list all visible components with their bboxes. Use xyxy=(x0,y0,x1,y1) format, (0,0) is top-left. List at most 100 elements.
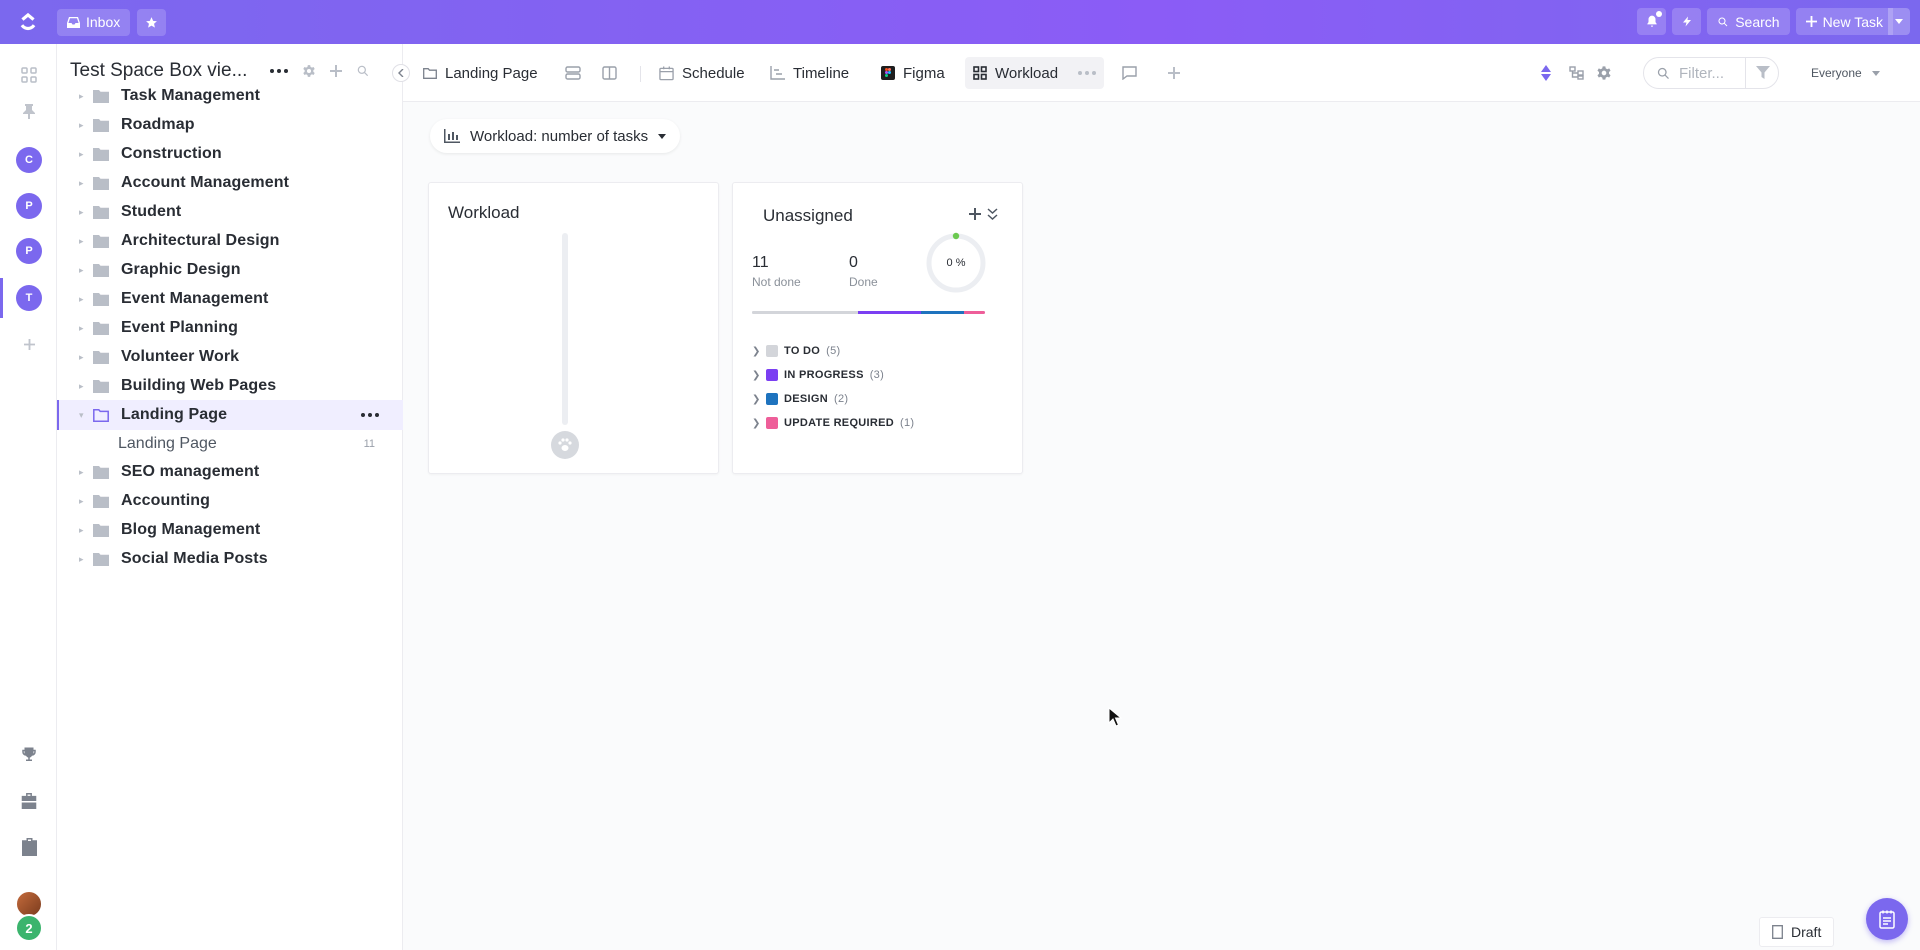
status-group-in-progress[interactable]: ❯ IN PROGRESS (3) xyxy=(752,365,884,385)
folder-label: Graphic Design xyxy=(121,261,241,278)
folder-icon xyxy=(93,263,111,277)
caret-right-icon[interactable]: ▸ xyxy=(79,120,87,131)
collapse-sidebar-button[interactable] xyxy=(392,64,410,82)
notepad-fab-button[interactable] xyxy=(1866,898,1908,940)
space-avatar-p1[interactable]: P xyxy=(16,193,42,219)
space-avatar-p2[interactable]: P xyxy=(16,238,42,264)
folder-item[interactable]: ▸ Event Planning xyxy=(57,313,403,343)
pin-icon[interactable] xyxy=(18,100,40,122)
space-avatar-t[interactable]: T xyxy=(16,285,42,311)
list-view-toggle-icon[interactable] xyxy=(565,44,581,102)
notifications-button[interactable] xyxy=(1637,8,1667,35)
caret-right-icon[interactable]: ▸ xyxy=(79,178,87,189)
breadcrumb[interactable]: Landing Page xyxy=(423,44,538,102)
settings-gear-icon[interactable] xyxy=(1596,44,1612,102)
clipboard-icon[interactable] xyxy=(18,836,40,858)
caret-right-icon[interactable]: ▸ xyxy=(79,207,87,218)
folder-item[interactable]: ▸ Construction xyxy=(57,139,403,169)
space-title[interactable]: Test Space Box vie... xyxy=(70,60,247,82)
trophy-icon[interactable] xyxy=(18,744,40,766)
add-space-icon[interactable] xyxy=(18,333,40,355)
folder-item[interactable]: ▾ Landing Page xyxy=(57,400,403,430)
chevron-down-icon xyxy=(1871,70,1880,76)
search-icon xyxy=(1718,17,1728,26)
add-view-icon[interactable] xyxy=(1168,44,1180,102)
done-label: Done xyxy=(849,275,878,289)
search-icon xyxy=(1657,67,1669,79)
folder-item[interactable]: ▸ Blog Management xyxy=(57,515,403,545)
draft-button[interactable]: Draft xyxy=(1759,917,1835,947)
caret-right-icon[interactable]: ▸ xyxy=(79,467,87,478)
folder-item[interactable]: ▸ Student xyxy=(57,197,403,227)
folder-item[interactable]: ▸ Graphic Design xyxy=(57,255,403,285)
more-dots-icon[interactable] xyxy=(1078,71,1097,75)
status-group-design[interactable]: ❯ DESIGN (2) xyxy=(752,389,848,409)
space-avatar-c[interactable]: C xyxy=(16,147,42,173)
folder-label: SEO management xyxy=(121,463,260,480)
add-task-icon[interactable] xyxy=(969,208,981,220)
status-group-todo[interactable]: ❯ TO DO (5) xyxy=(752,341,841,361)
clickup-logo-icon[interactable] xyxy=(0,0,56,44)
assignee-filter-dropdown[interactable]: Everyone xyxy=(1811,44,1880,102)
draft-label: Draft xyxy=(1791,924,1822,940)
caret-right-icon[interactable]: ▸ xyxy=(79,525,87,536)
new-task-button[interactable]: New Task xyxy=(1795,8,1893,35)
collapse-all-icon[interactable] xyxy=(987,208,998,220)
folder-label: Volunteer Work xyxy=(121,348,240,365)
folder-item[interactable]: ▸ Roadmap xyxy=(57,110,403,140)
apps-grid-icon[interactable] xyxy=(18,64,40,86)
search-button[interactable]: Search xyxy=(1707,8,1790,35)
plus-icon[interactable] xyxy=(330,65,342,77)
folder-icon xyxy=(93,350,111,364)
folder-item[interactable]: ▸ Architectural Design xyxy=(57,226,403,256)
caret-right-icon[interactable]: ▸ xyxy=(79,236,87,247)
folder-item[interactable]: ▸ Account Management xyxy=(57,168,403,198)
more-dots-icon[interactable] xyxy=(270,69,288,73)
folder-item[interactable]: ▸ Task Management xyxy=(57,81,403,111)
status-color-swatch xyxy=(766,345,778,357)
automations-button[interactable] xyxy=(1672,8,1702,35)
tab-workload[interactable]: Workload xyxy=(965,57,1105,89)
not-done-count: 11 xyxy=(752,254,769,271)
caret-right-icon[interactable]: ▸ xyxy=(79,265,87,276)
folder-icon xyxy=(93,321,111,335)
workload-metric-dropdown[interactable]: Workload: number of tasks xyxy=(430,119,681,153)
filter-button[interactable] xyxy=(1745,57,1779,89)
status-group-update-required[interactable]: ❯ UPDATE REQUIRED (1) xyxy=(752,413,914,433)
folder-item[interactable]: ▸ Accounting xyxy=(57,486,403,516)
list-item-landing-page[interactable]: Landing Page 11 xyxy=(57,430,403,458)
caret-right-icon[interactable]: ▸ xyxy=(79,352,87,363)
folder-item[interactable]: ▸ SEO management xyxy=(57,457,403,487)
more-dots-icon[interactable] xyxy=(361,413,379,417)
sort-icon[interactable] xyxy=(1541,44,1551,102)
briefcase-icon[interactable] xyxy=(18,790,40,812)
comment-icon[interactable] xyxy=(1122,44,1137,102)
inbox-button[interactable]: Inbox xyxy=(57,8,131,36)
caret-right-icon[interactable]: ▸ xyxy=(79,554,87,565)
folder-label: Student xyxy=(121,203,182,220)
folder-item[interactable]: ▸ Social Media Posts xyxy=(57,544,403,574)
caret-right-icon[interactable]: ▸ xyxy=(79,149,87,160)
caret-right-icon[interactable]: ▸ xyxy=(79,381,87,392)
tab-figma[interactable]: Figma xyxy=(881,44,945,102)
caret-right-icon[interactable]: ▸ xyxy=(79,496,87,507)
gear-icon[interactable] xyxy=(302,64,316,78)
folder-label: Event Management xyxy=(121,290,269,307)
caret-down-icon[interactable]: ▾ xyxy=(79,410,87,421)
folder-item[interactable]: ▸ Building Web Pages xyxy=(57,371,403,401)
folder-label: Accounting xyxy=(121,492,210,509)
board-view-toggle-icon[interactable] xyxy=(602,44,617,102)
caret-right-icon[interactable]: ▸ xyxy=(79,294,87,305)
hierarchy-icon[interactable] xyxy=(1569,44,1584,102)
folder-label: Social Media Posts xyxy=(121,550,268,567)
tab-timeline[interactable]: Timeline xyxy=(770,44,849,102)
notification-count-badge[interactable]: 2 xyxy=(15,914,43,942)
folder-item[interactable]: ▸ Event Management xyxy=(57,284,403,314)
search-icon[interactable] xyxy=(356,64,370,78)
favorites-button[interactable] xyxy=(137,8,167,36)
new-task-dropdown-button[interactable] xyxy=(1888,8,1910,35)
tab-schedule[interactable]: Schedule xyxy=(659,44,745,102)
caret-right-icon[interactable]: ▸ xyxy=(79,323,87,334)
caret-right-icon[interactable]: ▸ xyxy=(79,91,87,102)
folder-item[interactable]: ▸ Volunteer Work xyxy=(57,342,403,372)
